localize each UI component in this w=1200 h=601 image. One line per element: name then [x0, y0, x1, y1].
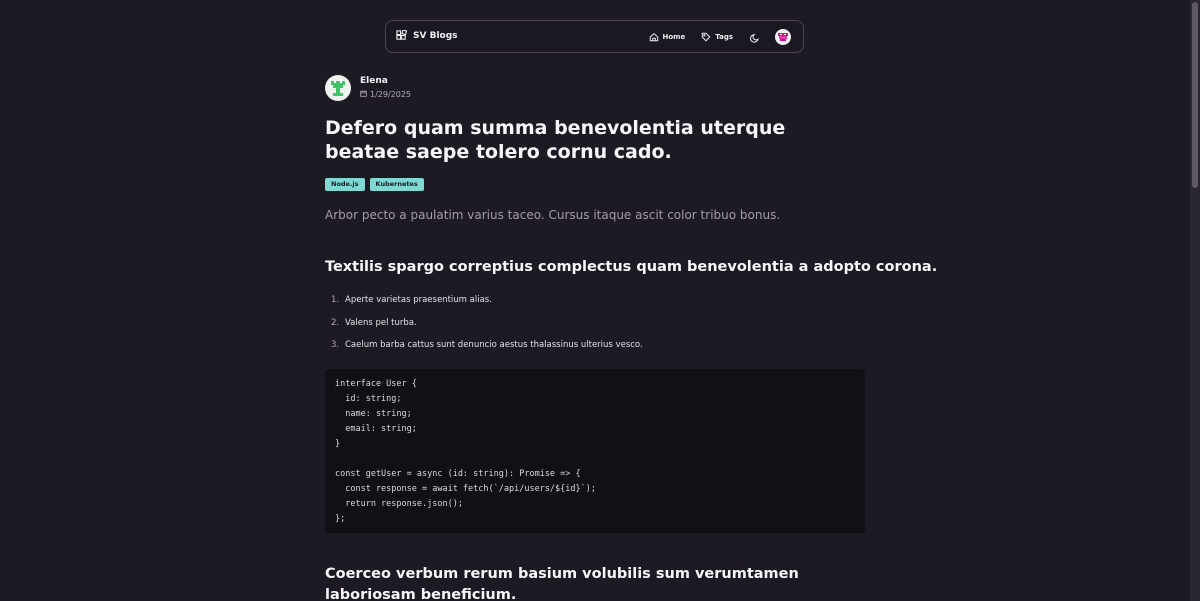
author-avatar — [325, 75, 351, 101]
scrollbar-thumb[interactable] — [1192, 2, 1198, 188]
post-title: Defero quam summa benevolentia uterque b… — [325, 117, 786, 163]
list-item-text: Caelum barba cattus sunt denuncio aestus… — [345, 340, 643, 350]
calendar-icon — [360, 89, 367, 101]
code-block: interface User { id: string; name: strin… — [325, 369, 865, 533]
pixel-avatar-icon — [325, 81, 351, 101]
user-avatar-button[interactable] — [775, 29, 791, 45]
author-meta: Elena 1/29/2025 — [360, 75, 411, 101]
theme-toggle-button[interactable] — [749, 31, 761, 43]
list-item: 1. Aperte varietas praesentium alias. — [325, 292, 643, 315]
nav-home-link[interactable]: Home — [649, 32, 686, 42]
author-name: Elena — [360, 76, 388, 86]
list-number: 3. — [331, 340, 340, 350]
tag-nodejs[interactable]: Node.js — [325, 178, 365, 191]
nav-home-label: Home — [662, 33, 686, 41]
post-lead: Arbor pecto a paulatim varius taceo. Cur… — [325, 208, 781, 222]
moon-icon — [750, 28, 760, 47]
page: SV Blogs Home Tags Elena 1/29/2025 Defer… — [0, 0, 1200, 601]
list-number: 1. — [331, 295, 340, 305]
section-heading-2: Coerceo verbum rerum basium volubilis su… — [325, 566, 799, 601]
list-item-text: Aperte varietas praesentium alias. — [345, 295, 492, 305]
home-icon — [649, 32, 659, 42]
navbar: SV Blogs Home Tags — [385, 20, 804, 53]
code-content: interface User { id: string; name: strin… — [335, 379, 596, 524]
tag-icon — [701, 32, 711, 42]
nav-tags-link[interactable]: Tags — [701, 32, 733, 42]
scrollbar[interactable] — [1190, 0, 1200, 601]
post-date-text: 1/29/2025 — [370, 90, 412, 99]
brand-name: SV Blogs — [413, 30, 458, 41]
ordered-list: 1. Aperte varietas praesentium alias. 2. V… — [325, 292, 643, 360]
list-item: 3. Caelum barba cattus sunt denuncio aest… — [325, 337, 643, 360]
avatar-icon — [775, 30, 791, 45]
list-item-text: Valens pel turba. — [345, 317, 417, 328]
list-item: 2. Valens pel turba. — [325, 315, 643, 338]
list-number: 2. — [331, 317, 340, 328]
post-date: 1/29/2025 — [360, 89, 411, 101]
blocks-icon — [396, 30, 407, 41]
author-info: Elena 1/29/2025 — [325, 75, 411, 101]
nav-tags-label: Tags — [715, 33, 733, 41]
tag-list: Node.js Kubernetes — [325, 178, 424, 191]
tag-kubernetes[interactable]: Kubernetes — [369, 178, 424, 191]
section-heading: Textilis spargo correptius complectus qu… — [325, 259, 938, 275]
brand-link[interactable]: SV Blogs — [396, 30, 458, 41]
nav-links: Home Tags — [633, 27, 791, 47]
